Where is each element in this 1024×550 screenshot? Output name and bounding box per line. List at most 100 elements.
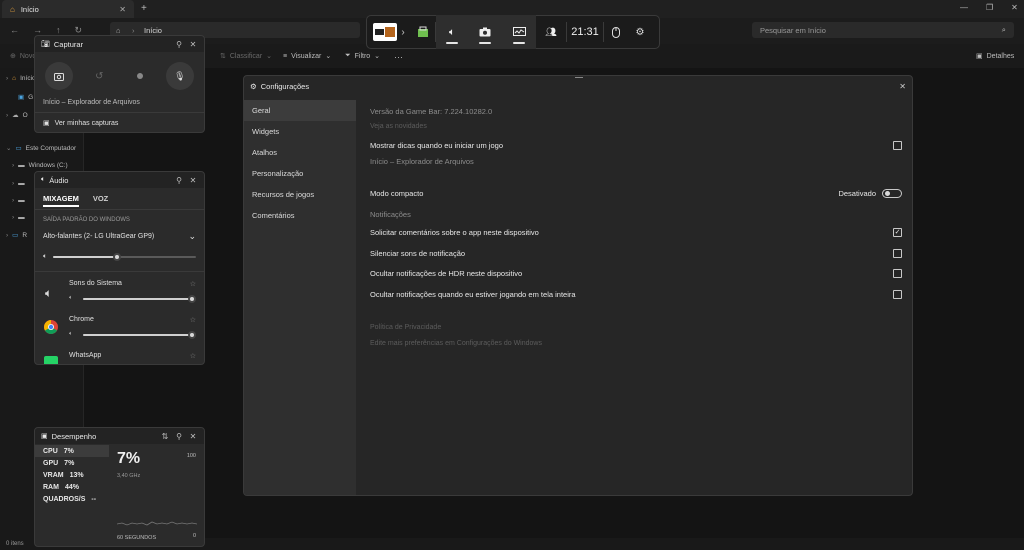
notif-checkbox[interactable] xyxy=(893,268,902,278)
nav-widgets[interactable]: Widgets xyxy=(244,121,356,142)
master-volume-slider[interactable] xyxy=(53,253,196,261)
close-tab-icon[interactable]: ✕ xyxy=(119,5,126,14)
pin-icon[interactable]: ☆ xyxy=(190,316,196,324)
new-tab-button[interactable]: + xyxy=(141,3,147,14)
min-label: 0 xyxy=(192,533,196,539)
close-icon[interactable]: ✕ xyxy=(188,39,198,49)
slider-fill xyxy=(53,256,118,258)
app-name-chrome: Chrome xyxy=(69,316,94,323)
metric-label: CPU xyxy=(43,447,58,455)
widget-menu-button[interactable]: › xyxy=(367,15,411,49)
device-select[interactable]: Alto-falantes (2- LG UltraGear GP9) ⌄ xyxy=(35,231,204,242)
metric-vram[interactable]: VRAM 13% xyxy=(35,469,109,481)
tree-item-network[interactable]: › ▭ R xyxy=(6,231,27,240)
capture-title: Capturar xyxy=(53,39,84,49)
performance-header[interactable]: ▣ Desempenho ⇅ ⚲ ✕ xyxy=(35,428,204,444)
record-last-button[interactable]: ↺ xyxy=(85,62,113,90)
settings-header: ⚙ Configurações ✕ xyxy=(244,76,912,96)
minimize-icon[interactable]: — xyxy=(960,3,968,12)
nav-feedback[interactable]: Comentários xyxy=(244,205,356,226)
notif-checkbox[interactable] xyxy=(893,289,902,299)
view-captures-link[interactable]: ▣ Ver minhas capturas xyxy=(35,119,204,128)
settings-button[interactable]: ⚙ xyxy=(628,15,652,49)
privacy-link[interactable]: Política de Privacidade xyxy=(370,324,441,331)
close-window-icon[interactable]: ✕ xyxy=(1011,3,1018,12)
start-recording-button[interactable] xyxy=(126,62,154,90)
capture-panel: 📷︎ Capturar ⚲ ✕ ↺ 🎙︎ Início – Explorador… xyxy=(34,35,205,133)
maximize-icon[interactable]: ❐ xyxy=(986,3,993,12)
edit-more-link[interactable]: Edite mais preferências em Configurações… xyxy=(370,340,542,347)
show-tips-checkbox[interactable] xyxy=(893,140,902,150)
nav-gaming-features[interactable]: Recursos de jogos xyxy=(244,184,356,205)
speaker-icon: 🔈︎ xyxy=(41,176,46,183)
details-button[interactable]: ▣ Detalhes xyxy=(976,52,1014,61)
slider-fill xyxy=(83,298,192,300)
capture-widget-button[interactable] xyxy=(468,15,502,49)
nav-general[interactable]: Geral xyxy=(244,100,356,121)
mic-toggle-button[interactable]: 🎙︎ xyxy=(165,62,194,90)
tree-item-home[interactable]: › ⌂ Início xyxy=(6,75,36,82)
search-input[interactable]: Pesquisar em Início ⌕ xyxy=(752,22,1014,38)
drive-icon: ▬ xyxy=(18,162,25,169)
system-sounds-volume-slider[interactable] xyxy=(83,295,196,303)
close-icon[interactable]: ✕ xyxy=(188,431,198,441)
view-button[interactable]: ≡ Visualizar ⌄ xyxy=(283,52,331,61)
metric-ram[interactable]: RAM 44% xyxy=(35,481,109,493)
metric-fps[interactable]: QUADROS/S -- xyxy=(35,493,109,505)
whats-new-link[interactable]: Veja as novidades xyxy=(370,123,427,130)
pin-icon[interactable]: ☆ xyxy=(190,280,196,288)
new-icon: ⊕ xyxy=(10,53,16,60)
xbox-store-button[interactable] xyxy=(411,15,435,49)
explorer-tab[interactable]: ⌂ Início ✕ xyxy=(2,0,134,18)
tree-item-windows-c[interactable]: › ▬ Windows (C:) xyxy=(12,162,68,169)
network-icon: ▭ xyxy=(12,232,19,239)
pin-icon[interactable]: ⚲ xyxy=(174,39,184,49)
performance-widget-button[interactable] xyxy=(502,15,536,49)
tree-item-onedrive[interactable]: › ☁ O xyxy=(6,111,28,120)
new-button[interactable]: ⊕ Novo xyxy=(10,52,36,61)
close-icon[interactable]: ✕ xyxy=(188,175,198,185)
tree-item-drive-1[interactable]: › ▬ xyxy=(12,180,25,187)
frequency: 3,40 GHz xyxy=(117,473,141,479)
tree-item-gallery[interactable]: ▣ G xyxy=(18,93,33,102)
computer-icon: ▭ xyxy=(15,145,22,152)
back-icon[interactable]: ← xyxy=(10,25,19,36)
tree-item-drive-2[interactable]: › ▬ xyxy=(12,197,25,204)
mouse-button[interactable] xyxy=(604,15,628,49)
metric-gpu[interactable]: GPU 7% xyxy=(35,457,109,469)
capture-header[interactable]: 📷︎ Capturar ⚲ ✕ xyxy=(35,36,204,52)
current-app-text: Início – Explorador de Arquivos xyxy=(370,156,474,166)
audio-header[interactable]: 🔈︎ Áudio ⚲ ✕ xyxy=(35,172,204,188)
tree-item-this-pc[interactable]: ⌄ ▭ Este Computador xyxy=(6,144,76,153)
tab-voice[interactable]: VOZ xyxy=(93,194,108,207)
screenshot-button[interactable] xyxy=(45,62,74,90)
notif-checkbox[interactable]: ✓ xyxy=(893,227,902,237)
notif-checkbox[interactable] xyxy=(893,248,902,258)
slider-thumb[interactable] xyxy=(188,331,196,339)
pin-icon[interactable]: ☆ xyxy=(190,352,196,360)
audio-widget-button[interactable]: 🔈︎ xyxy=(436,15,468,49)
close-icon[interactable]: ✕ xyxy=(899,82,906,91)
tab-mix[interactable]: MIXAGEM xyxy=(43,194,79,207)
tree-item-drive-3[interactable]: › ▬ xyxy=(12,214,25,221)
metric-list: CPU 7% GPU 7% VRAM 13% RAM 44% QUADROS/S -- xyxy=(35,444,109,505)
slider-thumb[interactable] xyxy=(188,295,196,303)
more-button[interactable]: ··· xyxy=(394,52,403,62)
notif-label: Silenciar sons de notificação xyxy=(370,248,466,258)
nav-personalization[interactable]: Personalização xyxy=(244,163,356,184)
audio-title: Áudio xyxy=(49,175,69,185)
speaker-icon: 🔈︎ xyxy=(69,295,73,301)
filter-button[interactable]: ⏷ Filtro ⌄ xyxy=(345,52,380,60)
compact-mode-state: Desativado xyxy=(838,188,876,198)
social-widget-button[interactable]: 👥︎ xyxy=(536,15,566,49)
metric-cpu[interactable]: CPU 7% xyxy=(35,445,109,457)
sort-button[interactable]: ⇅ Classificar ⌄ xyxy=(220,52,272,61)
divider xyxy=(35,271,204,272)
compact-mode-toggle[interactable] xyxy=(882,188,902,198)
pin-icon[interactable]: ⚲ xyxy=(174,431,184,441)
pin-icon[interactable]: ⚲ xyxy=(174,175,184,185)
chrome-volume-slider[interactable] xyxy=(83,331,196,339)
slider-thumb[interactable] xyxy=(113,253,122,261)
options-icon[interactable]: ⇅ xyxy=(160,431,170,441)
nav-shortcuts[interactable]: Atalhos xyxy=(244,142,356,163)
